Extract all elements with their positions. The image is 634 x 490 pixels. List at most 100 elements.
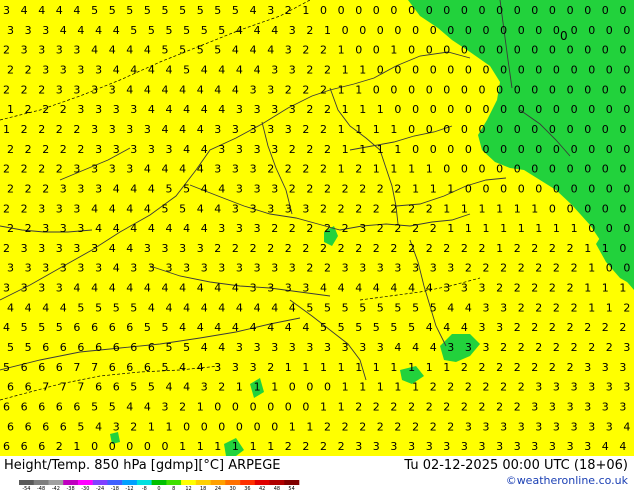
temp-value: 0 — [531, 123, 538, 136]
temp-value: 0 — [483, 24, 490, 37]
color-scale-label: -8 — [142, 486, 147, 490]
temp-value: 2 — [320, 123, 327, 136]
temp-value: 3 — [232, 202, 239, 215]
temp-value: 0 — [531, 83, 538, 96]
temp-value: 3 — [289, 262, 296, 275]
temp-value: 1 — [390, 361, 397, 374]
temp-value: 4 — [77, 24, 84, 37]
temp-value: 0 — [250, 401, 257, 414]
temp-value: 3 — [91, 123, 98, 136]
temp-value: 6 — [126, 361, 133, 374]
temp-value: 2 — [21, 123, 28, 136]
temp-value: 2 — [42, 143, 49, 156]
temp-value: 0 — [465, 143, 472, 156]
temp-value: 3 — [179, 242, 186, 255]
temp-value: 3 — [602, 361, 609, 374]
temp-value: 0 — [285, 401, 292, 414]
temp-value: 0 — [408, 4, 415, 17]
temp-value: 0 — [514, 163, 521, 176]
temp-value: 3 — [447, 262, 454, 275]
temp-value: 2 — [60, 103, 67, 116]
temp-value: 3 — [21, 44, 28, 57]
temp-value: 0 — [571, 182, 578, 195]
temp-value: 3 — [214, 123, 221, 136]
temp-value: 2 — [7, 143, 14, 156]
temp-value: 4 — [183, 381, 190, 394]
temp-value: 3 — [95, 143, 102, 156]
temp-value: 1 — [355, 123, 362, 136]
credit-link[interactable]: ©weatheronline.co.uk — [506, 474, 628, 487]
temp-value: 0 — [91, 440, 98, 453]
cold-region-label: 0 — [560, 29, 568, 43]
temp-value: 3 — [7, 262, 14, 275]
temp-value: 0 — [549, 44, 556, 57]
temp-value: 2 — [571, 341, 578, 354]
temp-value: 3 — [619, 361, 626, 374]
temp-value: 0 — [254, 420, 261, 433]
temp-value: 2 — [602, 321, 609, 334]
temp-value: 3 — [254, 103, 261, 116]
temp-value: 4 — [109, 44, 116, 57]
temp-value: 2 — [3, 83, 10, 96]
temp-value: 3 — [95, 103, 102, 116]
temp-value: 3 — [214, 163, 221, 176]
temp-value: 3 — [342, 262, 349, 275]
temp-value: 2 — [518, 301, 525, 314]
temp-value: 4 — [254, 64, 261, 77]
temp-value: 3 — [571, 420, 578, 433]
color-scale-label: 42 — [259, 486, 265, 490]
temp-value: 3 — [77, 182, 84, 195]
temp-value: 2 — [320, 202, 327, 215]
temp-value: 7 — [77, 381, 84, 394]
temp-value: 4 — [126, 83, 133, 96]
temp-value: 2 — [394, 222, 401, 235]
temp-value: 3 — [60, 64, 67, 77]
temp-value: 3 — [73, 242, 80, 255]
temp-value: 1 — [7, 103, 14, 116]
temp-value: 5 — [412, 301, 419, 314]
temp-value: 4 — [179, 83, 186, 96]
temp-value: 3 — [483, 301, 490, 314]
temp-value: 3 — [73, 163, 80, 176]
temp-value: 2 — [324, 222, 331, 235]
temp-value: 6 — [109, 361, 116, 374]
temp-value: 4 — [320, 282, 327, 295]
color-scale-swatch — [195, 480, 211, 485]
temp-value: 5 — [130, 24, 137, 37]
color-scale-swatch — [19, 480, 34, 485]
temp-value: 4 — [232, 282, 239, 295]
temp-value: 4 — [130, 64, 137, 77]
temp-value: 3 — [377, 341, 384, 354]
temp-value: 3 — [21, 282, 28, 295]
temp-value: 0 — [443, 163, 450, 176]
temp-value: 3 — [289, 24, 296, 37]
temp-value: 4 — [56, 4, 63, 17]
temp-value: 3 — [289, 64, 296, 77]
temp-value: 4 — [250, 321, 257, 334]
temp-value: 3 — [77, 64, 84, 77]
temp-value: 3 — [109, 83, 116, 96]
temp-value: 6 — [148, 341, 155, 354]
temp-value: 2 — [535, 301, 542, 314]
temp-value: 1 — [408, 361, 415, 374]
color-scale-swatch — [240, 480, 256, 485]
temp-value: 2 — [289, 182, 296, 195]
temp-value: 4 — [302, 321, 309, 334]
temp-value: 2 — [483, 262, 490, 275]
temp-value: 3 — [584, 361, 591, 374]
temp-value: 5 — [77, 420, 84, 433]
temp-value: 2 — [324, 64, 331, 77]
temp-value: 4 — [201, 341, 208, 354]
temp-value: 2 — [25, 103, 32, 116]
temp-value: 3 — [285, 282, 292, 295]
temp-value: 2 — [571, 301, 578, 314]
temp-value: 3 — [359, 341, 366, 354]
temp-value: 1 — [394, 381, 401, 394]
temp-value: 2 — [377, 420, 384, 433]
temp-value: 5 — [179, 4, 186, 17]
temp-value: 1 — [447, 182, 454, 195]
temp-value: 2 — [549, 361, 556, 374]
temp-value: 3 — [148, 262, 155, 275]
temp-value: 5 — [183, 64, 190, 77]
temp-value: 4 — [60, 24, 67, 37]
